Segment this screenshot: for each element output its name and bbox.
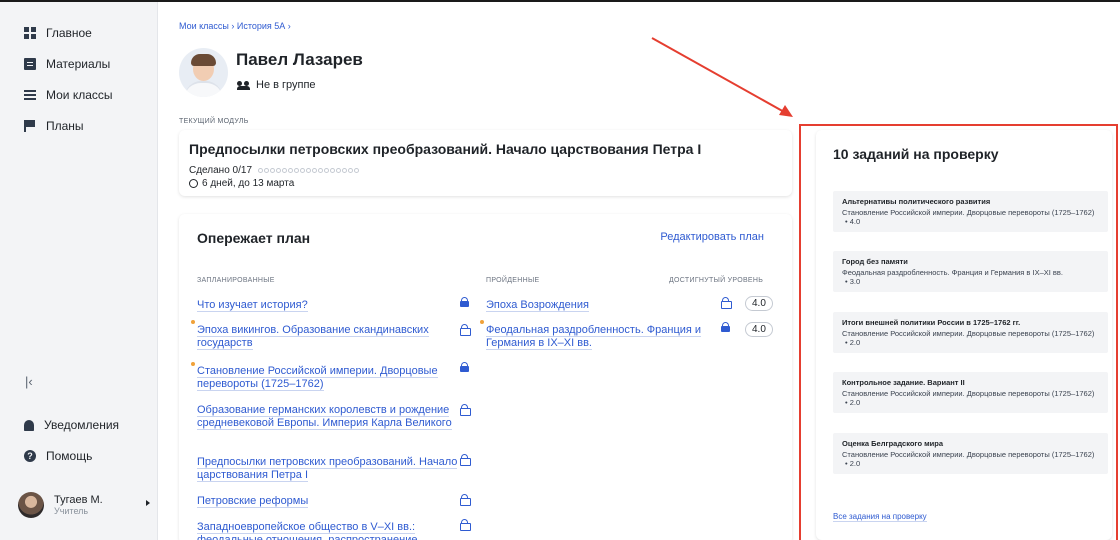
annotation-arrow [651,37,793,117]
